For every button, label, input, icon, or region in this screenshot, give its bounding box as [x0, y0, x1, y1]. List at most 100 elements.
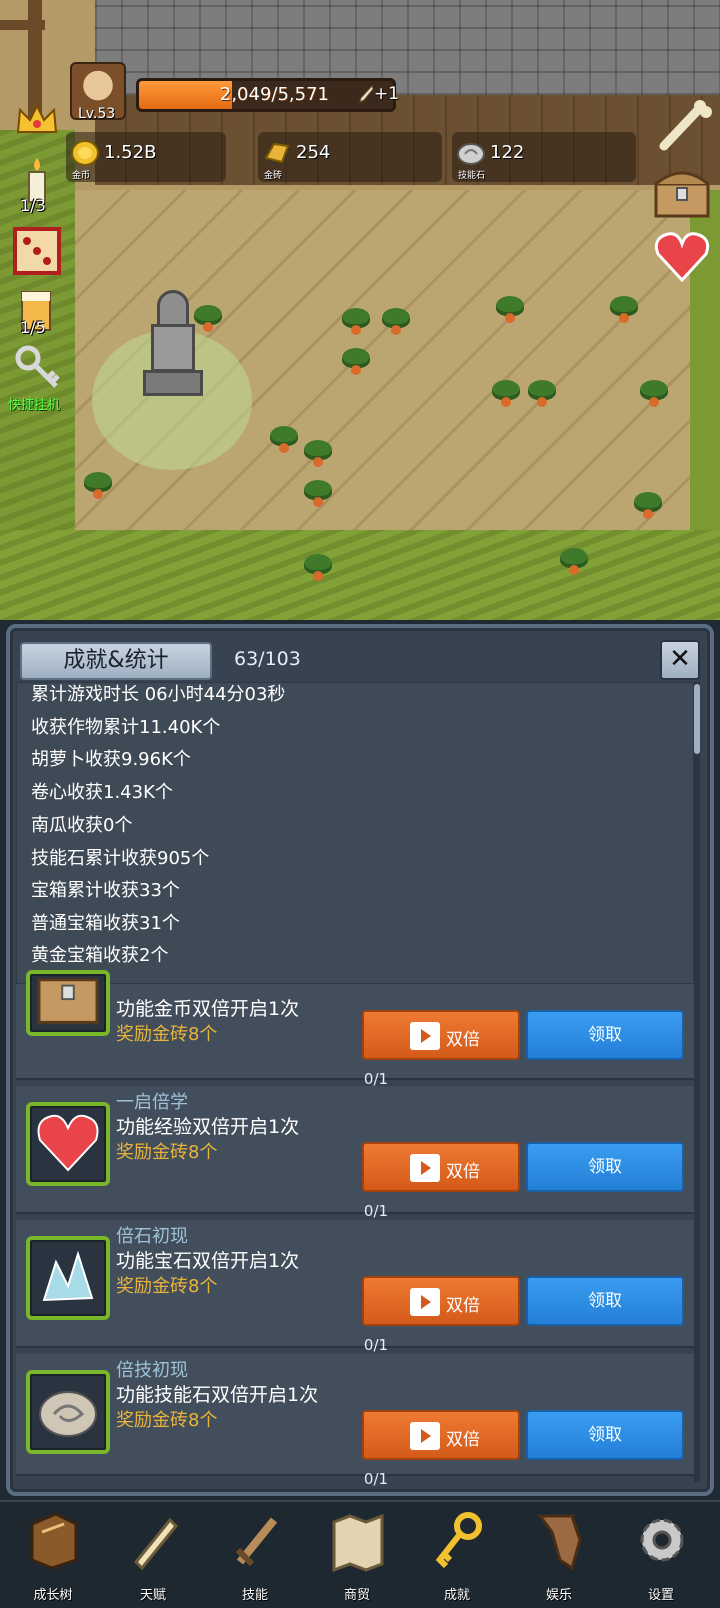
crop-plant[interactable] — [300, 440, 336, 470]
claim-button[interactable]: 领取 — [526, 1410, 684, 1460]
card-reward: 奖励金砖8个 — [116, 1276, 218, 1297]
xp-bar: 2,049/5,571 — [136, 78, 396, 112]
stat-carrot: 胡萝卜收获9.96K个 — [31, 749, 191, 770]
claim-button[interactable]: 领取 — [526, 1142, 684, 1192]
video-play-icon — [410, 1422, 440, 1450]
nav-talent[interactable]: 天赋 — [108, 1508, 198, 1604]
map-icon — [332, 1513, 384, 1572]
scroll-icon — [133, 1517, 179, 1571]
gold-brick-icon — [264, 142, 290, 164]
stats-list[interactable]: 累计游戏时长 06小时44分03秒 收获作物累计11.40K个 胡萝卜收获9.9… — [16, 682, 694, 984]
double-button[interactable]: 双倍 — [362, 1276, 520, 1326]
bone-icon[interactable] — [652, 96, 712, 156]
nav-trade[interactable]: 商贸 — [312, 1508, 402, 1604]
double-button[interactable]: 双倍 — [362, 1142, 520, 1192]
achievement-count: 63/103 — [234, 648, 301, 670]
gear-icon — [640, 1518, 684, 1562]
resource-skill-stone[interactable]: 122 技能石 — [452, 132, 636, 182]
card-desc: 功能宝石双倍开启1次 — [116, 1250, 300, 1272]
nav-label: 娱乐 — [545, 1588, 572, 1603]
quick-idle-label[interactable]: 快捷挂机 — [8, 394, 60, 413]
crop-plant[interactable] — [300, 554, 336, 584]
crop-plant[interactable] — [636, 380, 672, 410]
double-label: 双倍 — [446, 1296, 480, 1316]
quick-key-icon[interactable] — [12, 344, 62, 394]
crop-plant[interactable] — [556, 548, 592, 578]
nav-label: 成长树 — [33, 1588, 73, 1603]
drink-count: 1/5 — [20, 318, 46, 337]
card-title: 倍技初现 — [116, 1360, 188, 1381]
crop-plant[interactable] — [300, 480, 336, 510]
candle-count: 1/3 — [20, 196, 46, 215]
claim-button[interactable]: 领取 — [526, 1276, 684, 1326]
claim-button[interactable]: 领取 — [526, 1010, 684, 1060]
card-title: 一启倍学 — [116, 1092, 188, 1113]
resource-gold-brick[interactable]: 254 金砖 — [258, 132, 442, 182]
dice-icon[interactable] — [12, 226, 62, 276]
crop-plant[interactable] — [492, 296, 528, 326]
resource-gold[interactable]: 1.52B 金币 — [66, 132, 226, 182]
stat-cabbage: 卷心收获1.43K个 — [31, 782, 173, 803]
treasure-chest-icon[interactable] — [652, 162, 712, 222]
achievement-card: 倍石初现 功能宝石双倍开启1次 奖励金砖8个 双倍 领取 0/1 — [16, 1220, 694, 1354]
gold-brick-value: 254 — [296, 142, 331, 163]
nav-skill[interactable]: 技能 — [210, 1508, 300, 1604]
card-desc: 功能经验双倍开启1次 — [116, 1116, 300, 1138]
grass-bottom — [0, 530, 720, 620]
stat-skill-stones: 技能石累计收获905个 — [31, 848, 210, 869]
card-reward: 奖励金砖8个 — [116, 1142, 218, 1163]
nav-growth-tree[interactable]: 成长树 — [8, 1508, 98, 1604]
crop-plant[interactable] — [488, 380, 524, 410]
crop-plant[interactable] — [338, 348, 374, 378]
farm-scene[interactable]: Lv.53 2,049/5,571 +1 1.52B 金币 254 金砖 122… — [0, 0, 720, 620]
crop-plant[interactable] — [378, 308, 414, 338]
achievement-card: 功能金币双倍开启1次 奖励金砖8个 双倍 领取 0/1 — [16, 970, 694, 1088]
heart-icon[interactable] — [652, 226, 712, 286]
book-icon — [30, 1512, 78, 1570]
heart-icon — [26, 1102, 110, 1186]
gold-caption: 金币 — [72, 171, 91, 181]
nav-achievement[interactable]: 成就 — [412, 1508, 502, 1604]
key-icon — [435, 1512, 482, 1569]
card-desc: 功能金币双倍开启1次 — [116, 998, 300, 1020]
gold-brick-caption: 金砖 — [264, 171, 283, 181]
card-desc: 功能技能石双倍开启1次 — [116, 1384, 319, 1406]
crop-plant[interactable] — [630, 492, 666, 522]
card-progress: 0/1 — [363, 1202, 389, 1220]
nav-entertainment[interactable]: 娱乐 — [514, 1508, 604, 1604]
crown-icon[interactable] — [12, 96, 62, 146]
scrollbar-thumb[interactable] — [694, 684, 700, 754]
close-button[interactable]: ✕ — [660, 640, 700, 680]
double-button[interactable]: 双倍 — [362, 1410, 520, 1460]
nav-settings[interactable]: 设置 — [616, 1508, 706, 1604]
card-progress: 0/1 — [363, 1336, 389, 1354]
stat-pumpkin: 南瓜收获0个 — [31, 815, 133, 836]
scrollbar-track[interactable] — [694, 682, 700, 1482]
crop-plant[interactable] — [606, 296, 642, 326]
stat-play-time: 累计游戏时长 06小时44分03秒 — [31, 684, 286, 705]
nav-label: 商贸 — [343, 1588, 370, 1603]
video-play-icon — [410, 1154, 440, 1182]
bottom-nav: 成长树 天赋 技能 商贸 成就 娱乐 设置 — [0, 1500, 720, 1608]
game-screen: Lv.53 2,049/5,571 +1 1.52B 金币 254 金砖 122… — [0, 0, 720, 1608]
double-button[interactable]: 双倍 — [362, 1010, 520, 1060]
card-reward: 奖励金砖8个 — [116, 1024, 218, 1045]
sword-icon — [235, 1517, 278, 1567]
fence-rail — [0, 20, 45, 30]
tab-achievements[interactable]: 成就&统计 — [20, 642, 212, 680]
player-level: Lv.53 — [78, 106, 116, 122]
ribbon-icon — [537, 1514, 582, 1571]
achievement-card: 倍技初现 功能技能石双倍开启1次 奖励金砖8个 双倍 领取 0/1 — [16, 1354, 694, 1488]
crop-plant[interactable] — [524, 380, 560, 410]
crop-plant[interactable] — [338, 308, 374, 338]
crop-plant[interactable] — [190, 305, 226, 335]
quill-icon — [359, 85, 374, 103]
nav-label: 技能 — [241, 1588, 268, 1603]
crop-plant[interactable] — [266, 426, 302, 456]
crystal-icon — [26, 1236, 110, 1320]
treasure-chest-icon — [26, 970, 110, 1036]
skill-stone-caption: 技能石 — [458, 171, 486, 181]
crop-plant[interactable] — [80, 472, 116, 502]
skill-stone-icon — [457, 143, 485, 165]
stat-gold-chests: 黄金宝箱收获2个 — [31, 945, 169, 966]
